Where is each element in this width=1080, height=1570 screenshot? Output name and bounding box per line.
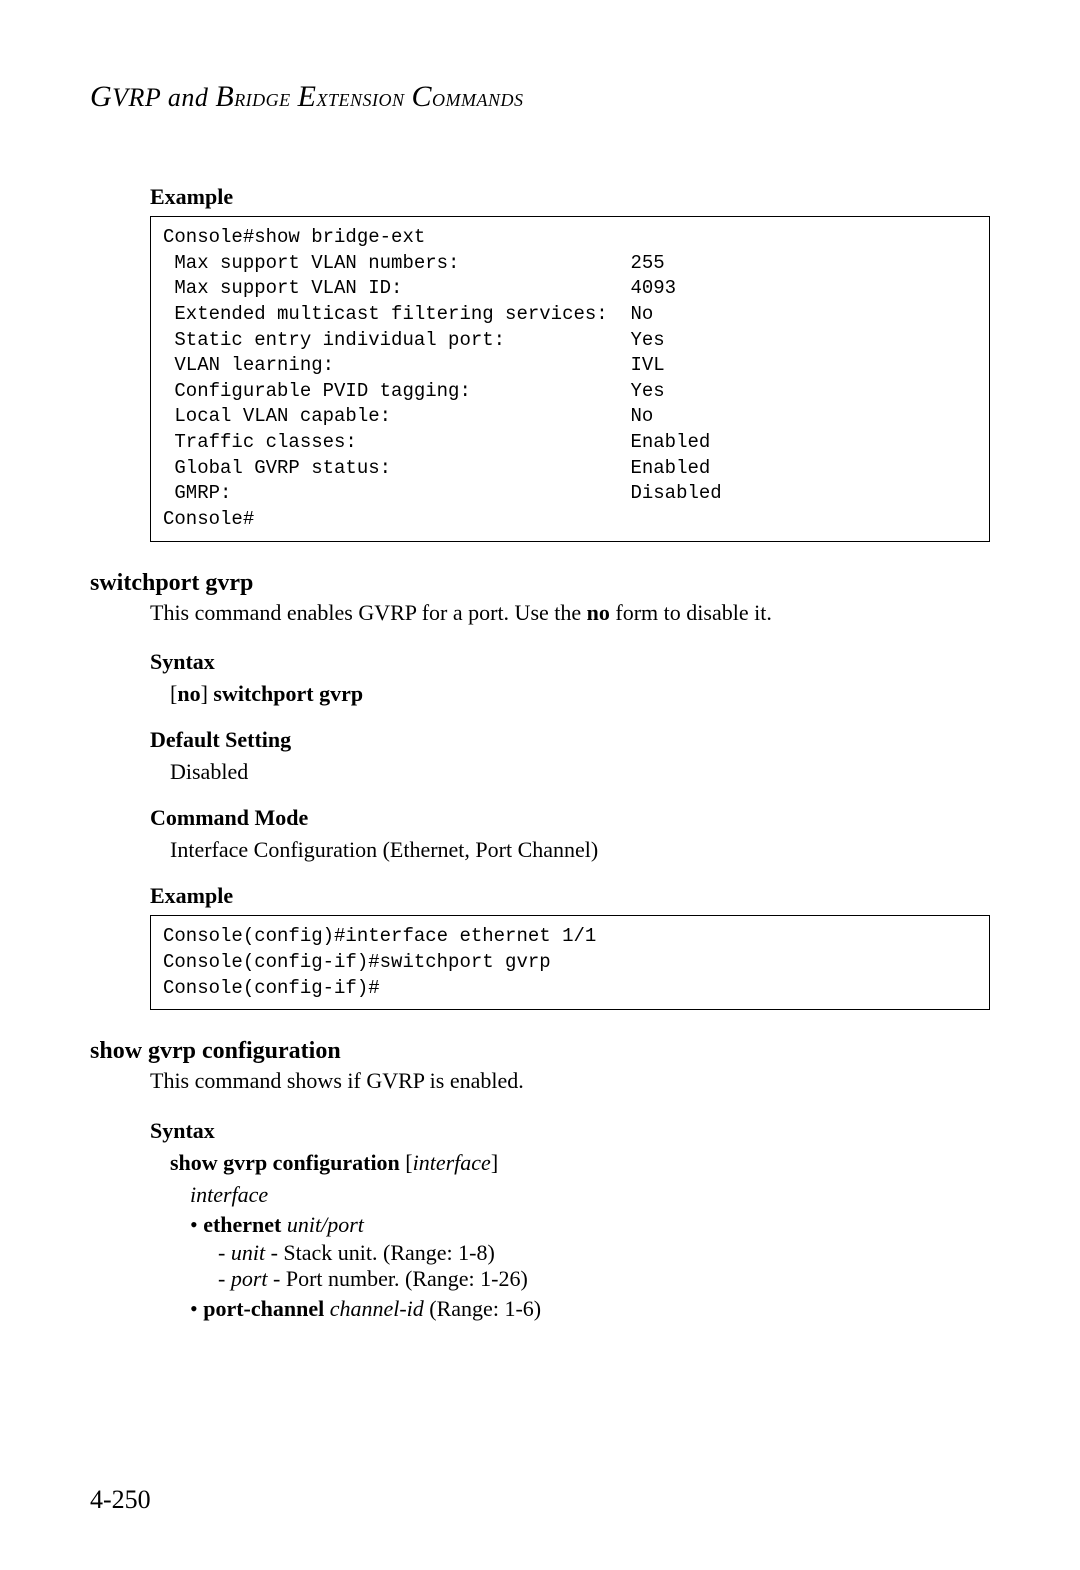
syntax-line-1: [no] switchport gvrp (150, 681, 990, 707)
interface-options-list: ethernet unit/port unit - Stack unit. (R… (150, 1212, 990, 1322)
list-item: unit - Stack unit. (Range: 1-8) (218, 1240, 990, 1266)
syntax-line-2: show gvrp configuration [interface] (150, 1150, 990, 1176)
running-header: GVRP and Bridge Extension Commands (90, 80, 990, 114)
code-example-1: Console#show bridge-ext Max support VLAN… (150, 216, 990, 542)
command-title-show-gvrp: show gvrp configuration (90, 1038, 990, 1065)
command-mode-value: Interface Configuration (Ethernet, Port … (150, 837, 990, 863)
default-setting-value: Disabled (150, 759, 990, 785)
ethernet-sub-list: unit - Stack unit. (Range: 1-8) port - P… (190, 1240, 990, 1292)
default-setting-heading: Default Setting (150, 727, 990, 753)
list-item: port - Port number. (Range: 1-26) (218, 1266, 990, 1292)
syntax-heading-2: Syntax (150, 1118, 990, 1144)
list-item: port-channel channel-id (Range: 1-6) (190, 1296, 990, 1322)
example-heading-1: Example (150, 184, 990, 210)
code-example-2: Console(config)#interface ethernet 1/1 C… (150, 915, 990, 1010)
interface-param-heading: interface (150, 1182, 990, 1208)
command-mode-heading: Command Mode (150, 805, 990, 831)
page-number: 4-250 (90, 1485, 151, 1515)
syntax-heading-1: Syntax (150, 649, 990, 675)
page: GVRP and Bridge Extension Commands Examp… (0, 0, 1080, 1570)
content-area: Example Console#show bridge-ext Max supp… (90, 184, 990, 1322)
command-description-2: This command shows if GVRP is enabled. (150, 1067, 990, 1096)
example-heading-2: Example (150, 883, 990, 909)
command-title-switchport-gvrp: switchport gvrp (90, 570, 990, 597)
command-description-1: This command enables GVRP for a port. Us… (150, 599, 990, 628)
list-item: ethernet unit/port unit - Stack unit. (R… (190, 1212, 990, 1292)
